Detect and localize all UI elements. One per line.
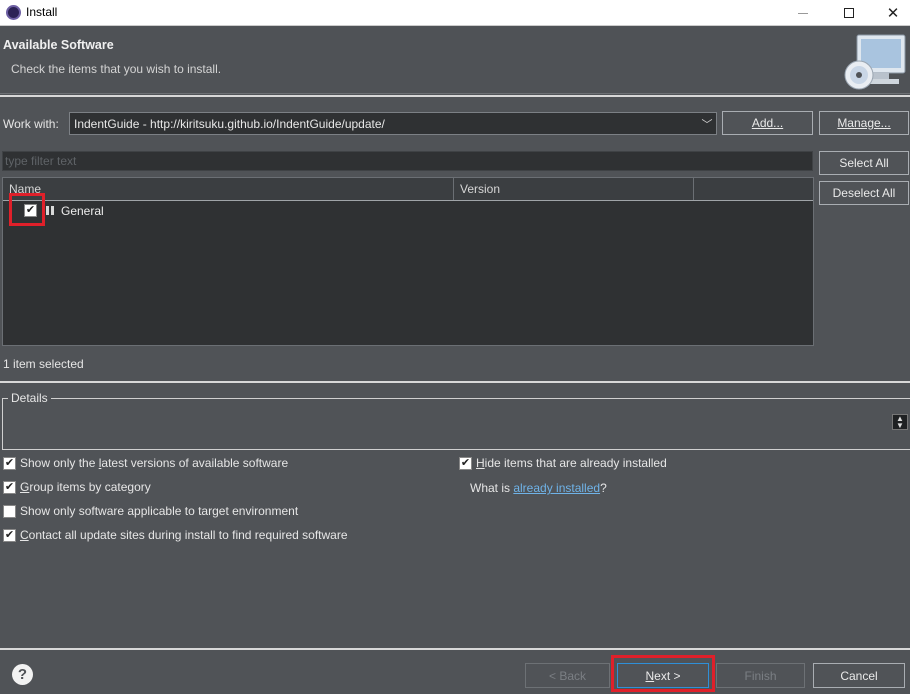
title-bar: Install ✕ <box>0 0 910 26</box>
table-header: Name Version <box>3 178 813 201</box>
back-button-label: < Back <box>548 668 587 683</box>
hide-installed-checkbox[interactable]: ✔ <box>459 456 472 470</box>
select-all-label: Select All <box>839 156 889 170</box>
software-table: Name Version ✔ General <box>2 177 814 346</box>
manage-button[interactable]: Manage... <box>819 111 909 135</box>
group-by-category-checkbox[interactable]: ✔ <box>3 480 16 494</box>
details-legend: Details <box>8 391 51 405</box>
minimize-icon <box>798 12 808 14</box>
filter-field[interactable] <box>2 151 813 171</box>
details-scroll-icon[interactable]: ▲ ▼ <box>892 414 908 430</box>
select-all-button[interactable]: Select All <box>819 151 909 175</box>
close-button[interactable]: ✕ <box>870 0 910 26</box>
minimize-button[interactable] <box>780 0 826 26</box>
already-installed-link[interactable]: already installed <box>513 481 600 495</box>
help-icon[interactable]: ? <box>12 664 33 685</box>
page-subtitle: Check the items that you wish to install… <box>11 62 222 76</box>
install-software-icon <box>844 34 906 90</box>
hide-installed-label: Hide items that are already installed <box>476 456 667 470</box>
highlight-general-checkbox <box>9 193 45 226</box>
option-target-environment[interactable]: Show only software applicable to target … <box>3 504 298 518</box>
eclipse-app-icon <box>6 5 21 20</box>
window-title: Install <box>26 5 58 19</box>
work-with-combo[interactable]: IndentGuide - http://kiritsuku.github.io… <box>69 112 717 135</box>
option-hide-installed[interactable]: ✔ Hide items that are already installed <box>459 456 667 470</box>
group-by-category-label: Group items by category <box>20 480 151 494</box>
target-environment-checkbox[interactable] <box>3 504 16 518</box>
cancel-button-label: Cancel <box>840 668 878 683</box>
deselect-all-button[interactable]: Deselect All <box>819 181 909 205</box>
footer-divider <box>0 648 910 650</box>
column-header-extra <box>694 178 814 200</box>
target-environment-label: Show only software applicable to target … <box>20 504 299 518</box>
manage-button-label: Manage... <box>837 116 891 130</box>
finish-button-label: Finish <box>744 668 777 683</box>
work-with-label: Work with: <box>3 117 59 131</box>
latest-versions-checkbox[interactable]: ✔ <box>3 456 16 470</box>
column-header-version[interactable]: Version <box>454 178 694 200</box>
column-header-name[interactable]: Name <box>3 178 454 200</box>
maximize-icon <box>844 8 854 18</box>
chevron-down-icon[interactable]: ﹀ <box>698 113 716 134</box>
add-button-label: Add... <box>751 116 784 130</box>
filter-input[interactable] <box>3 152 812 170</box>
details-group: Details <box>2 391 910 450</box>
what-is-installed-text: What is already installed? <box>470 481 607 495</box>
table-row[interactable]: ✔ General <box>3 201 813 221</box>
wizard-header: Available Software Check the items that … <box>0 27 910 94</box>
option-group-by-category[interactable]: ✔ Group items by category <box>3 480 151 494</box>
work-with-value: IndentGuide - http://kiritsuku.github.io… <box>74 117 385 131</box>
finish-button[interactable]: Finish <box>716 663 805 688</box>
row-label: General <box>61 204 104 218</box>
close-icon: ✕ <box>886 5 900 22</box>
selection-status: 1 item selected <box>3 357 84 371</box>
cancel-button[interactable]: Cancel <box>813 663 905 688</box>
maximize-button[interactable] <box>826 0 872 26</box>
option-contact-update-sites[interactable]: ✔ Contact all update sites during instal… <box>3 528 348 542</box>
page-title: Available Software <box>3 38 114 52</box>
deselect-all-label: Deselect All <box>832 186 896 200</box>
back-button[interactable]: < Back <box>525 663 610 688</box>
header-divider <box>0 95 910 97</box>
category-icon <box>46 206 54 215</box>
contact-update-sites-label: Contact all update sites during install … <box>20 528 348 542</box>
latest-versions-label: Show only the latest versions of availab… <box>20 456 289 470</box>
highlight-next-button <box>611 655 715 692</box>
add-button[interactable]: Add... <box>722 111 813 135</box>
option-latest-versions[interactable]: ✔ Show only the latest versions of avail… <box>3 456 288 470</box>
contact-update-sites-checkbox[interactable]: ✔ <box>3 528 16 542</box>
details-divider <box>0 381 910 383</box>
